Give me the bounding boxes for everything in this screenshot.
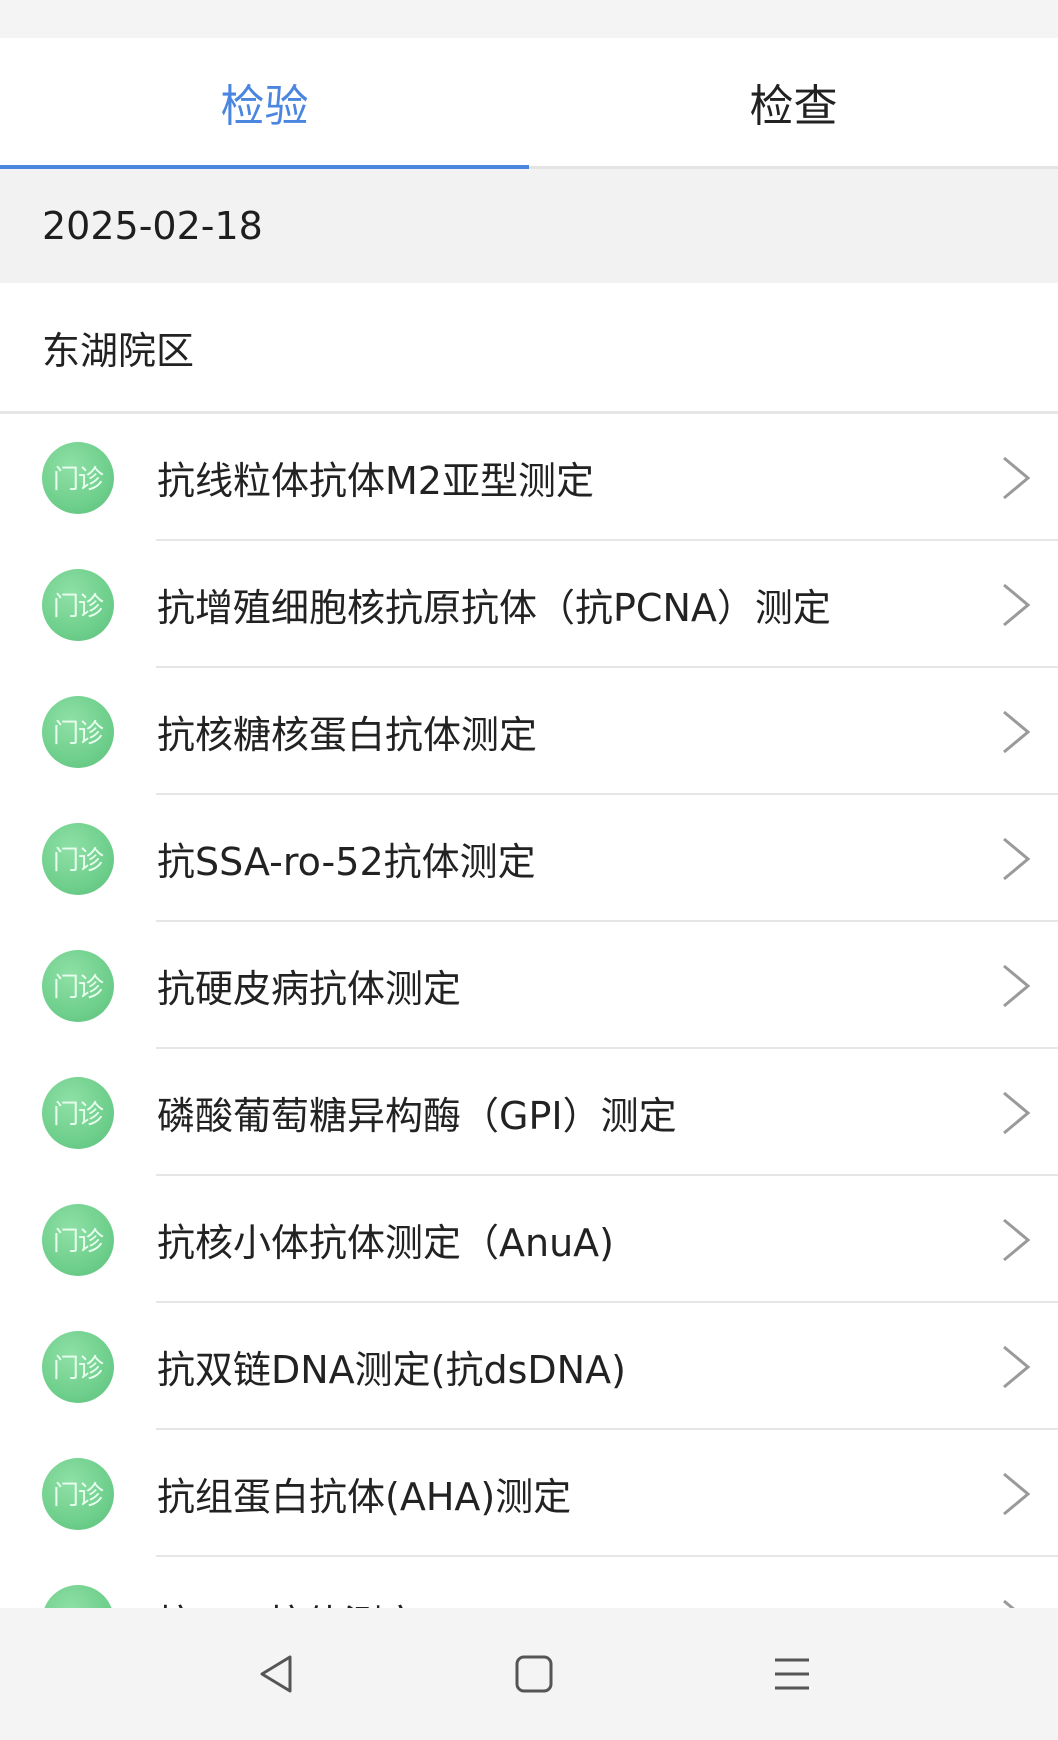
chevron-right-icon (1003, 964, 1031, 1007)
outpatient-badge: 门诊 (42, 822, 114, 895)
item-title: 抗线粒体抗体M2亚型测定 (157, 459, 594, 503)
campus-label: 东湖院区 (42, 328, 195, 373)
chevron-right-icon (1003, 1472, 1031, 1515)
list-item[interactable]: 门诊 抗线粒体抗体M2亚型测定 (0, 414, 1058, 541)
item-title: 抗增殖细胞核抗原抗体（抗PCNA）测定 (157, 586, 831, 630)
tab-examination[interactable]: 检查 (529, 38, 1058, 166)
item-title: 磷酸葡萄糖异构酶（GPI）测定 (157, 1094, 677, 1138)
date-header: 2025-02-18 (0, 169, 1058, 283)
page: 检验 检查 2025-02-18 东湖院区 门诊 抗线粒体抗体M2亚型测定 门诊… (0, 0, 1058, 1740)
item-title: 抗SSA-ro-52抗体测定 (157, 840, 536, 884)
chevron-right-icon (1003, 1091, 1031, 1134)
item-title: 抗核小体抗体测定（AnuA) (157, 1221, 614, 1265)
outpatient-badge: 门诊 (42, 568, 114, 641)
item-title: 抗核糖核蛋白抗体测定 (157, 713, 538, 757)
outpatient-badge: 门诊 (42, 1076, 114, 1149)
chevron-right-icon (1003, 1599, 1016, 1608)
system-nav-bar (0, 1608, 1058, 1740)
list-item[interactable]: 门诊 抗SSA-ro-52抗体测定 (0, 795, 1058, 922)
item-title: 抗组蛋白抗体(AHA)测定 (157, 1475, 572, 1519)
outpatient-badge: 门诊 (42, 1203, 114, 1276)
list-item[interactable]: 门诊 抗增殖细胞核抗原抗体（抗PCNA）测定 (0, 541, 1058, 668)
test-list: 门诊 抗线粒体抗体M2亚型测定 门诊 抗增殖细胞核抗原抗体（抗PCNA）测定 门… (0, 414, 1058, 1608)
menu-lines-icon (775, 1658, 809, 1690)
status-bar-area (0, 0, 1058, 38)
outpatient-badge: 门诊 (42, 1457, 114, 1530)
list-item[interactable]: 门诊 抗组蛋白抗体(AHA)测定 (0, 1430, 1058, 1557)
outpatient-badge: 门诊 (42, 695, 114, 768)
date-label: 2025-02-18 (42, 204, 263, 248)
outpatient-badge: 门诊 (42, 1330, 114, 1403)
menu-button[interactable] (762, 1644, 822, 1704)
list-item[interactable]: 门诊 抗双链DNA测定(抗dsDNA) (0, 1303, 1058, 1430)
chevron-right-icon (1003, 1345, 1031, 1388)
outpatient-badge: 门诊 (42, 1584, 114, 1608)
back-button[interactable] (246, 1644, 306, 1704)
outpatient-badge: 门诊 (42, 441, 114, 514)
campus-header: 东湖院区 (0, 283, 1058, 414)
chevron-right-icon (1003, 1218, 1031, 1261)
outpatient-badge: 门诊 (42, 949, 114, 1022)
list-item[interactable]: 门诊 抗核糖核蛋白抗体测定 (0, 668, 1058, 795)
item-title: 抗硬皮病抗体测定 (157, 967, 462, 1011)
chevron-right-icon (1003, 456, 1031, 499)
back-triangle-icon (260, 1655, 292, 1693)
list-item[interactable]: 门诊 抗硬皮病抗体测定 (0, 922, 1058, 1049)
home-square-icon (515, 1655, 553, 1693)
tab-lab-test[interactable]: 检验 (0, 38, 529, 169)
list-item[interactable]: 门诊 抗Jo-1抗体测定 (0, 1557, 1058, 1608)
item-title: 抗Jo-1抗体测定 (157, 1593, 420, 1608)
item-title: 抗双链DNA测定(抗dsDNA) (157, 1348, 626, 1392)
chevron-right-icon (1003, 710, 1031, 753)
tab-bar: 检验 检查 (0, 38, 1058, 169)
list-item[interactable]: 门诊 抗核小体抗体测定（AnuA) (0, 1176, 1058, 1303)
list-item[interactable]: 门诊 磷酸葡萄糖异构酶（GPI）测定 (0, 1049, 1058, 1176)
home-button[interactable] (504, 1644, 564, 1704)
chevron-right-icon (1003, 583, 1031, 626)
chevron-right-icon (1003, 837, 1031, 880)
